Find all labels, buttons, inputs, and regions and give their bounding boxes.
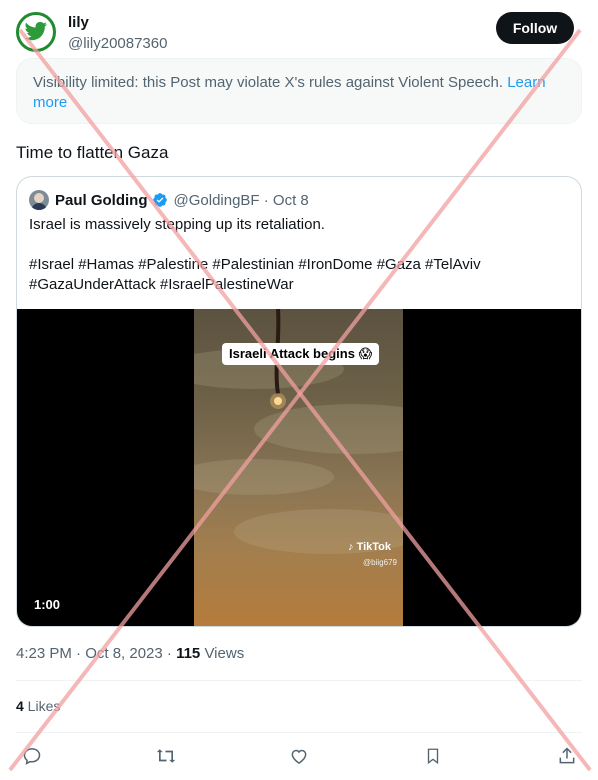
divider bbox=[16, 680, 582, 681]
likes-stat[interactable]: 4 Likes bbox=[16, 698, 60, 714]
post-header: lily @lily20087360 Follow bbox=[16, 12, 574, 56]
post-text: Time to flatten Gaza bbox=[16, 143, 169, 162]
likes-count: 4 bbox=[16, 698, 24, 714]
tiktok-logo-icon: ♪ bbox=[348, 541, 354, 553]
bookmark-button[interactable] bbox=[419, 742, 447, 770]
reply-icon bbox=[23, 748, 41, 765]
tiktok-label: TikTok bbox=[356, 541, 391, 553]
quoted-post[interactable]: Paul Golding @GoldingBF · Oct 8 Israel i… bbox=[16, 176, 582, 627]
share-icon bbox=[559, 747, 575, 764]
video-player[interactable]: Israeli Attack begins 😱 ♪ TikTok @biig67… bbox=[17, 309, 581, 626]
post-timestamp: 4:23 PM · Oct 8, 2023 · 115 Views bbox=[16, 645, 244, 662]
hashtags-line-1[interactable]: #Israel #Hamas #Palestine #Palestinian #… bbox=[29, 255, 569, 275]
quoted-avatar bbox=[29, 190, 49, 210]
author-name[interactable]: lily bbox=[68, 14, 89, 31]
avatar[interactable] bbox=[16, 12, 56, 52]
views-label: Views bbox=[200, 645, 245, 662]
quoted-post-text: Israel is massively stepping up its reta… bbox=[29, 216, 325, 233]
verified-badge-icon bbox=[152, 193, 167, 207]
likes-label: Likes bbox=[23, 698, 61, 714]
action-bar bbox=[16, 742, 582, 772]
tiktok-handle: @biig679 bbox=[363, 558, 397, 567]
reply-button[interactable] bbox=[18, 742, 46, 770]
video-caption: Israeli Attack begins 😱 bbox=[222, 343, 380, 365]
author-handle[interactable]: @lily20087360 bbox=[68, 35, 167, 52]
repost-button[interactable] bbox=[152, 742, 180, 770]
share-button[interactable] bbox=[553, 742, 581, 770]
heart-icon bbox=[291, 749, 307, 764]
visibility-notice: Visibility limited: this Post may violat… bbox=[16, 58, 582, 124]
video-duration: 1:00 bbox=[34, 597, 61, 612]
quoted-post-header: Paul Golding @GoldingBF · Oct 8 bbox=[29, 189, 309, 211]
hashtags-line-2[interactable]: #GazaUnderAttack #IsraelPalestineWar bbox=[29, 275, 569, 295]
follow-button[interactable]: Follow bbox=[496, 12, 574, 44]
like-button[interactable] bbox=[285, 742, 313, 770]
divider bbox=[16, 732, 582, 733]
tiktok-watermark: ♪ TikTok bbox=[348, 541, 391, 553]
quoted-hashtags: #Israel #Hamas #Palestine #Palestinian #… bbox=[29, 255, 569, 295]
quoted-author-name: Paul Golding bbox=[55, 191, 148, 209]
notice-text: Visibility limited: this Post may violat… bbox=[33, 74, 508, 91]
twitter-bird-icon bbox=[24, 21, 47, 41]
views-count: 115 bbox=[176, 645, 201, 662]
time-date[interactable]: 4:23 PM · Oct 8, 2023 · bbox=[16, 645, 176, 662]
repost-icon bbox=[156, 749, 176, 763]
bookmark-icon bbox=[427, 748, 439, 765]
quoted-handle-date: @GoldingBF · Oct 8 bbox=[173, 191, 309, 209]
